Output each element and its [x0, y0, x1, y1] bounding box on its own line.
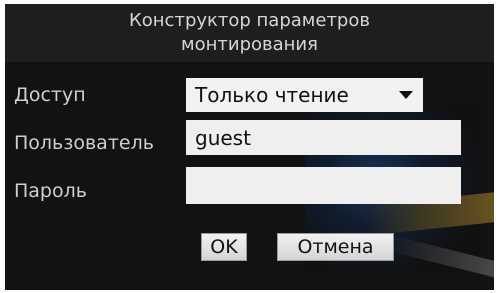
cancel-button[interactable]: Отмена: [277, 233, 394, 261]
mount-options-dialog: Конструктор параметров монтирования Дост…: [5, 4, 494, 290]
user-field-value: guest: [195, 126, 251, 150]
user-label: Пользователь: [14, 132, 154, 154]
access-label: Доступ: [14, 84, 86, 106]
dialog-title-bar: Конструктор параметров монтирования: [5, 4, 494, 62]
ok-button[interactable]: OK: [201, 233, 247, 261]
password-field[interactable]: [186, 167, 461, 204]
access-dropdown[interactable]: Только чтение: [186, 78, 423, 112]
dialog-title-line-1: Конструктор параметров: [129, 10, 370, 31]
password-label: Пароль: [14, 180, 87, 202]
dialog-title-line-2: монтирования: [181, 34, 318, 55]
chevron-down-icon: [399, 91, 413, 99]
access-dropdown-value: Только чтение: [195, 83, 349, 107]
user-field[interactable]: guest: [186, 120, 461, 155]
